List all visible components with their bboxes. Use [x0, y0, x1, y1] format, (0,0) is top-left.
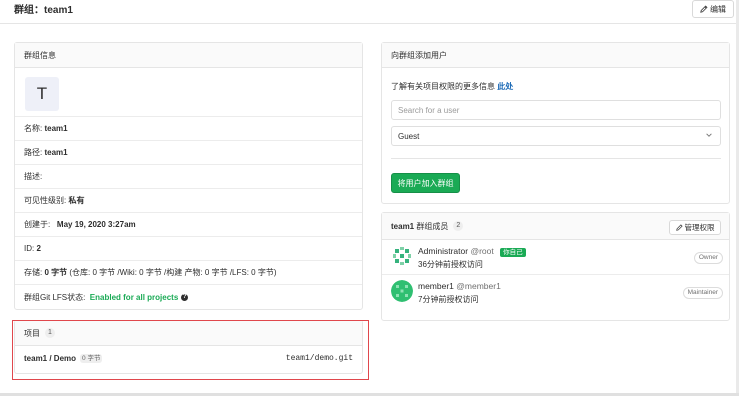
page-title: 群组：team1: [14, 5, 73, 16]
edit-button-label: 编辑: [710, 4, 726, 14]
id-value: 2: [36, 244, 41, 253]
page-root: 群组：team1 编辑 群组信息 T 名称: team1 路径: team1 描…: [0, 0, 739, 396]
avatar: [391, 280, 413, 302]
highlight-box: [12, 320, 369, 380]
info-row-storage: 存储: 0 字节 (仓库: 0 字节 /Wiki: 0 字节 /构建 产物: 0…: [15, 260, 362, 284]
path-value: team1: [44, 148, 68, 157]
manage-access-label: 管理权限: [684, 223, 715, 232]
add-to-group-button[interactable]: 将用户加入群组: [391, 173, 460, 193]
member-name[interactable]: Administrator: [418, 246, 468, 256]
name-label: 名称:: [24, 124, 43, 133]
created-label: 创建于:: [24, 220, 51, 229]
permission-info-link[interactable]: 此处: [497, 82, 513, 91]
created-value: May 19, 2020 3:27am: [56, 220, 136, 229]
member-granted: 36分钟前授权访问: [418, 260, 483, 269]
you-badge: 你自己: [500, 248, 526, 257]
member-role-badge: Maintainer: [682, 287, 723, 299]
member-username: @root: [470, 246, 494, 256]
chevron-down-icon: [706, 133, 712, 137]
info-row-id: ID: 2: [15, 236, 362, 260]
permission-info-text: 了解有关项目权限的更多信息: [391, 82, 495, 91]
info-row-created: 创建于: May 19, 2020 3:27am: [15, 212, 362, 236]
avatar: [391, 245, 413, 267]
members-count-badge: 2: [453, 221, 464, 231]
storage-detail: (仓库: 0 字节 /Wiki: 0 字节 /构建 产物: 0 字节 /LFS:…: [69, 268, 277, 277]
add-user-panel: 向群组添加用户 了解有关项目权限的更多信息 此处 Search for a us…: [381, 42, 730, 204]
add-user-header: 向群组添加用户: [382, 43, 729, 68]
pencil-icon: [700, 5, 708, 13]
description-label: 描述:: [24, 172, 43, 181]
user-search-placeholder: Search for a user: [398, 105, 460, 115]
info-row-description: 描述:: [15, 164, 362, 188]
access-level-select[interactable]: Guest: [391, 126, 721, 146]
header-divider: [0, 23, 739, 24]
member-username: @member1: [456, 281, 501, 291]
visibility-label: 可见性级别:: [24, 196, 67, 205]
info-row-visibility: 可见性级别: 私有: [15, 188, 362, 212]
storage-value: 0 字节: [44, 268, 68, 277]
member-role-badge: Owner: [693, 252, 723, 264]
group-info-panel: 群组信息 T 名称: team1 路径: team1 描述: 可见性级别: 私有…: [14, 42, 363, 310]
group-avatar: T: [25, 77, 59, 111]
visibility-value: 私有: [68, 196, 85, 205]
name-value: team1: [44, 124, 68, 133]
access-level-value: Guest: [398, 131, 420, 141]
member-granted: 7分钟前授权访问: [418, 295, 479, 304]
manage-access-button[interactable]: 管理权限: [669, 220, 721, 235]
storage-label: 存储:: [24, 268, 43, 277]
member-row-administrator: Administrator @root 你自己 36分钟前授权访问 Owner: [382, 240, 729, 274]
members-group-name: team1: [391, 221, 415, 231]
lfs-status: Enabled for all projects: [89, 292, 179, 302]
permission-info: 了解有关项目权限的更多信息 此处: [391, 81, 513, 92]
info-row-path: 路径: team1: [15, 140, 362, 164]
edit-button[interactable]: 编辑: [692, 0, 734, 18]
path-label: 路径:: [24, 148, 43, 157]
members-panel: team1 群组成员 2 管理权限 Administrator @root 你自…: [381, 212, 730, 321]
info-row-name: 名称: team1: [15, 116, 362, 140]
id-label: ID:: [24, 244, 35, 253]
lfs-label: 群组Git LFS状态:: [24, 292, 86, 302]
member-name-line: member1 @member1: [418, 281, 501, 291]
members-title: 群组成员: [416, 221, 449, 231]
pencil-icon: [675, 224, 683, 231]
group-info-header: 群组信息: [15, 43, 362, 68]
member-name-line: Administrator @root 你自己: [418, 246, 526, 257]
info-row-lfs: 群组Git LFS状态: Enabled for all projects ?: [15, 284, 362, 309]
member-row-member1: member1 @member1 7分钟前授权访问 Maintainer: [382, 274, 729, 308]
member-name[interactable]: member1: [418, 281, 454, 291]
add-user-divider: [391, 158, 721, 159]
user-search-input[interactable]: Search for a user: [391, 100, 721, 120]
question-circle-icon[interactable]: ?: [181, 293, 189, 301]
